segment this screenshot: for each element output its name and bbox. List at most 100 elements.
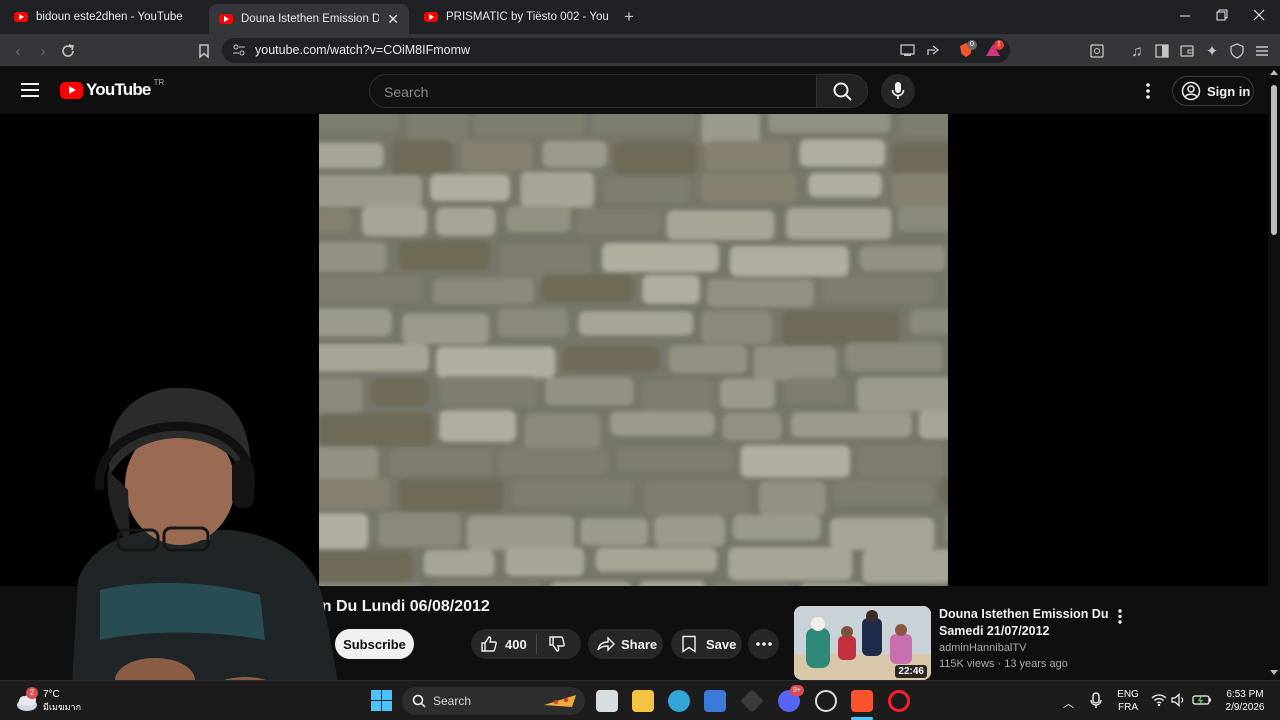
taskbar-search-box[interactable]: Search	[402, 687, 585, 715]
recommended-video-title[interactable]: Douna Istethen Emission Du Samedi 21/07/…	[939, 606, 1109, 640]
weather-temperature[interactable]: 7°C	[43, 688, 60, 701]
task-view-icon[interactable]	[596, 690, 618, 712]
wall-stone	[430, 174, 511, 201]
language-secondary[interactable]: FRA	[1116, 701, 1140, 714]
wall-stone	[830, 517, 935, 550]
minimize-window-icon[interactable]	[1178, 8, 1192, 22]
cast-icon[interactable]	[900, 43, 916, 57]
wall-stone	[440, 376, 539, 407]
wall-stone	[644, 480, 749, 515]
leo-ai-icon[interactable]: ✦	[1203, 42, 1221, 60]
speaker-volume-icon[interactable]	[1171, 693, 1187, 707]
share-button[interactable]: Share	[588, 629, 663, 659]
edge-browser-icon[interactable]	[668, 690, 690, 712]
wall-stone	[759, 481, 826, 515]
tab-douna-istethen[interactable]: Douna Istethen Emission Du Lundi ✕	[209, 4, 409, 34]
weather-description[interactable]: มีเมฆมาก	[43, 701, 81, 714]
close-window-icon[interactable]	[1252, 8, 1266, 22]
brave-rewards-icon[interactable]: 1	[985, 40, 1004, 58]
wall-stone	[910, 309, 948, 335]
search-button[interactable]	[816, 74, 868, 108]
tray-microphone-icon[interactable]	[1090, 692, 1102, 710]
reader-mode-icon[interactable]	[1088, 42, 1106, 60]
like-button[interactable]: 400	[471, 634, 537, 654]
recommended-more-icon[interactable]	[1118, 609, 1122, 624]
media-music-icon[interactable]: ♫	[1128, 42, 1146, 60]
language-primary[interactable]: ENG	[1116, 688, 1140, 701]
wifi-icon[interactable]	[1151, 693, 1167, 707]
sidebar-icon[interactable]	[1153, 42, 1171, 60]
tab-title: Douna Istethen Emission Du Lundi	[241, 13, 380, 25]
battery-charging-icon[interactable]	[1192, 693, 1212, 707]
restore-window-icon[interactable]	[1214, 8, 1228, 22]
tab-prismatic[interactable]: PRISMATIC by Tiësto 002 - YouTube	[414, 3, 619, 31]
webcam-person-image	[70, 387, 345, 720]
video-frame-stone-wall[interactable]	[319, 114, 948, 586]
wall-stone	[720, 378, 775, 409]
tab-bidoun[interactable]: bidoun este2dhen - YouTube	[4, 3, 208, 31]
bookmark-icon[interactable]	[195, 42, 213, 60]
clock-time[interactable]: 6:53 PM	[1222, 688, 1268, 701]
search-input[interactable]: Search	[369, 74, 817, 108]
close-tab-icon[interactable]: ✕	[387, 11, 399, 28]
guide-menu-icon[interactable]	[21, 83, 39, 97]
discord-badge: 9+	[790, 685, 804, 696]
new-tab-plus-icon[interactable]: +	[624, 7, 640, 26]
brave-shields-icon[interactable]: 0	[958, 40, 977, 58]
unity-hub-icon[interactable]	[740, 689, 764, 713]
brave-browser-icon[interactable]	[851, 690, 873, 712]
more-actions-button[interactable]	[748, 629, 779, 659]
opera-gx-icon[interactable]	[888, 690, 910, 712]
forward-arrow-icon[interactable]: ›	[34, 42, 52, 60]
wall-stone	[610, 411, 715, 436]
discord-icon[interactable]: 9+	[778, 685, 804, 712]
wall-stone	[398, 240, 491, 270]
address-bar[interactable]: youtube.com/watch?v=COiM8IFmomw 0 1	[222, 38, 1010, 63]
file-explorer-icon[interactable]	[632, 690, 654, 712]
steam-icon[interactable]	[815, 690, 837, 712]
tab-title: PRISMATIC by Tiësto 002 - YouTube	[446, 11, 609, 23]
reload-icon[interactable]	[59, 42, 77, 60]
wall-stone	[834, 480, 934, 506]
wall-stone	[654, 515, 726, 547]
wall-stone	[475, 114, 585, 137]
dislike-button[interactable]	[537, 635, 566, 653]
wall-stone	[700, 172, 797, 203]
more-options-icon[interactable]	[1146, 83, 1150, 99]
wall-stone	[319, 175, 423, 207]
wall-stone	[716, 584, 792, 586]
wall-stone	[524, 413, 601, 449]
share-page-icon[interactable]	[926, 43, 942, 57]
url-text[interactable]: youtube.com/watch?v=COiM8IFmomw	[255, 43, 470, 57]
recommended-channel-name[interactable]: adminHannibalTV	[939, 642, 1026, 654]
sign-in-button[interactable]: Sign in	[1172, 76, 1254, 106]
wall-stone	[391, 139, 453, 175]
voice-search-button[interactable]	[881, 74, 915, 108]
back-arrow-icon[interactable]: ‹	[9, 42, 27, 60]
recommended-video-thumbnail[interactable]: 22:46	[794, 606, 931, 680]
youtube-logo[interactable]: YouTube TR	[60, 78, 164, 100]
microsoft-store-icon[interactable]	[704, 690, 726, 712]
browser-menu-icon[interactable]	[1253, 42, 1271, 60]
wall-stone	[642, 275, 700, 304]
wallet-icon[interactable]	[1178, 42, 1196, 60]
wall-stone	[578, 311, 694, 336]
vpn-shield-icon[interactable]	[1228, 42, 1246, 60]
wall-stone	[740, 445, 851, 478]
scroll-down-arrow-icon[interactable]	[1270, 670, 1278, 675]
windows-start-icon[interactable]	[371, 690, 392, 711]
wall-stone	[900, 114, 948, 136]
scroll-up-arrow-icon[interactable]	[1270, 70, 1278, 75]
save-button[interactable]: Save	[671, 629, 742, 659]
wall-stone	[595, 547, 718, 572]
site-settings-icon[interactable]	[232, 43, 246, 57]
tab-title: bidoun este2dhen - YouTube	[36, 11, 183, 23]
scrollbar-thumb[interactable]	[1271, 85, 1277, 235]
page-scrollbar[interactable]	[1268, 67, 1280, 680]
thumbs-down-icon	[549, 636, 565, 652]
weather-widget[interactable]: 2	[14, 687, 40, 714]
tray-chevron-up-icon[interactable]: ︿	[1063, 695, 1074, 711]
save-bookmark-icon	[682, 635, 696, 653]
clock-date[interactable]: 2/9/2026	[1222, 701, 1268, 714]
wall-stone	[856, 444, 944, 478]
